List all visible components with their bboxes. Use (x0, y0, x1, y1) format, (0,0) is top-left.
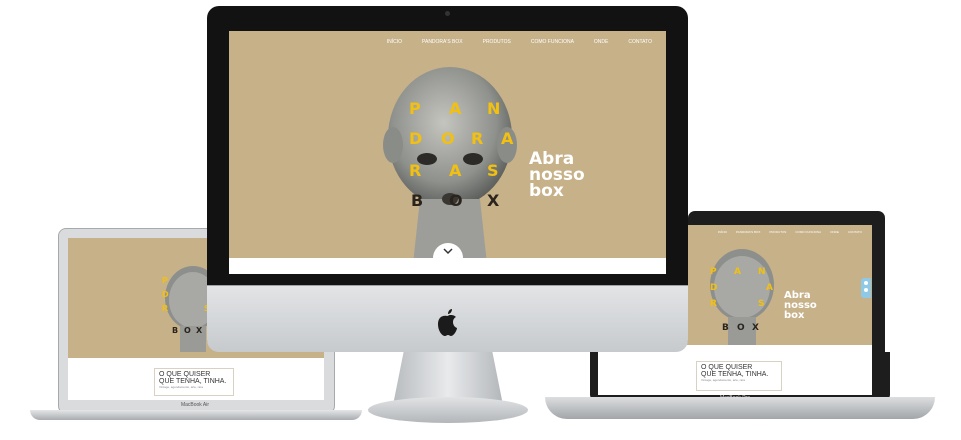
pro-section-title-2: QUE TENHA, TINHA. (701, 371, 769, 378)
pro-logo-n: N (758, 267, 766, 277)
imac-logo-b: B (411, 191, 424, 210)
imac-nav-produtos[interactable]: PRODUTOS (483, 39, 511, 45)
macbook-air-label: MacBook Air (180, 402, 210, 408)
pro-nav-onde[interactable]: ONDE (830, 230, 839, 234)
pro-logo-s: S (758, 299, 765, 309)
pro-section-sub: Vintage, agendamento, arte, rara (701, 378, 745, 382)
imac-screen: INÍCIO PANDORA'S BOX PRODUTOS COMO FUNCI… (229, 31, 666, 274)
imac-logo-x: X (487, 191, 500, 210)
macbook-pro-label: MacBook Pro (719, 395, 750, 401)
pro-logo-a2: A (766, 283, 773, 293)
pro-nav-produtos[interactable]: PRODUTOS (769, 230, 786, 234)
camera-icon (445, 11, 450, 16)
pro-logo-o: O (737, 323, 745, 333)
imac-stand-foot (368, 397, 528, 423)
pro-nav-como-funciona[interactable]: COMO FUNCIONA (795, 230, 821, 234)
imac-nav-inicio[interactable]: INÍCIO (387, 39, 402, 45)
pro-logo-a: A (734, 267, 741, 277)
imac-logo-o2: O (449, 191, 463, 210)
imac-logo-p: P (409, 99, 421, 118)
pro-nav-inicio[interactable]: INÍCIO (718, 230, 727, 234)
imac-logo-o: O (441, 129, 455, 148)
share-dot-icon (864, 281, 868, 285)
imac-logo-n: N (487, 99, 501, 118)
air-logo-b: B (172, 326, 179, 335)
share-dot-icon (864, 288, 868, 292)
pro-logo-x: X (752, 323, 759, 333)
imac-nav-onde[interactable]: ONDE (594, 39, 608, 45)
air-logo-r: R (162, 304, 169, 313)
air-content: O QUE QUISER QUE TENHA, TINHA. Vintage, … (68, 358, 324, 400)
imac-nav-pandoras-box[interactable]: PANDORA'S BOX (422, 39, 463, 45)
air-logo-o: O (184, 326, 191, 335)
pro-tagline: Abra nosso box (784, 290, 817, 321)
air-logo-d: D (162, 290, 169, 299)
imac-logo-r2: R (409, 161, 422, 180)
pro-section-card: O QUE QUISER QUE TENHA, TINHA. Vintage, … (696, 361, 782, 391)
pro-content: O QUE QUISER QUE TENHA, TINHA. Vintage, … (598, 345, 872, 395)
imac-logo-a2: A (501, 129, 514, 148)
pro-logo-r: R (710, 299, 717, 309)
air-logo-x: X (196, 326, 203, 335)
imac-tagline: Abra nosso box (529, 149, 585, 201)
pro-nav: INÍCIO PANDORA'S BOX PRODUTOS COMO FUNCI… (708, 225, 872, 239)
pro-logo-d: D (710, 283, 718, 293)
pro-section-title-1: O QUE QUISER (701, 364, 753, 371)
air-section-sub: Vintage, agendamento, arte, rara (159, 385, 203, 389)
imac-nav-contato[interactable]: CONTATO (628, 39, 652, 45)
share-tab[interactable] (861, 278, 871, 298)
imac-chin (207, 285, 688, 352)
imac-nav: INÍCIO PANDORA'S BOX PRODUTOS COMO FUNCI… (387, 31, 666, 45)
imac-logo-s: S (487, 161, 499, 180)
imac-logo-r: R (471, 129, 484, 148)
air-section-card: O QUE QUISER QUE TENHA, TINHA. Vintage, … (154, 368, 234, 396)
imac-logo-d: D (409, 129, 423, 148)
chevron-down-icon (443, 248, 453, 255)
pro-logo-b: B (722, 323, 729, 333)
air-logo-p: P (162, 276, 168, 285)
air-section-title-2: QUE TENHA, TINHA. (159, 378, 227, 385)
pro-logo-p: P (710, 267, 717, 277)
imac-footer-strip (229, 258, 666, 274)
air-section-title-1: O QUE QUISER (159, 371, 211, 378)
imac-nav-como-funciona[interactable]: COMO FUNCIONA (531, 39, 574, 45)
imac-logo-a3: A (449, 161, 462, 180)
pro-nav-contato[interactable]: CONTATO (848, 230, 862, 234)
imac-logo-a: A (449, 99, 462, 118)
apple-icon (438, 309, 457, 336)
macbook-air-base (30, 410, 362, 420)
pro-nav-pandoras-box[interactable]: PANDORA'S BOX (736, 230, 760, 234)
